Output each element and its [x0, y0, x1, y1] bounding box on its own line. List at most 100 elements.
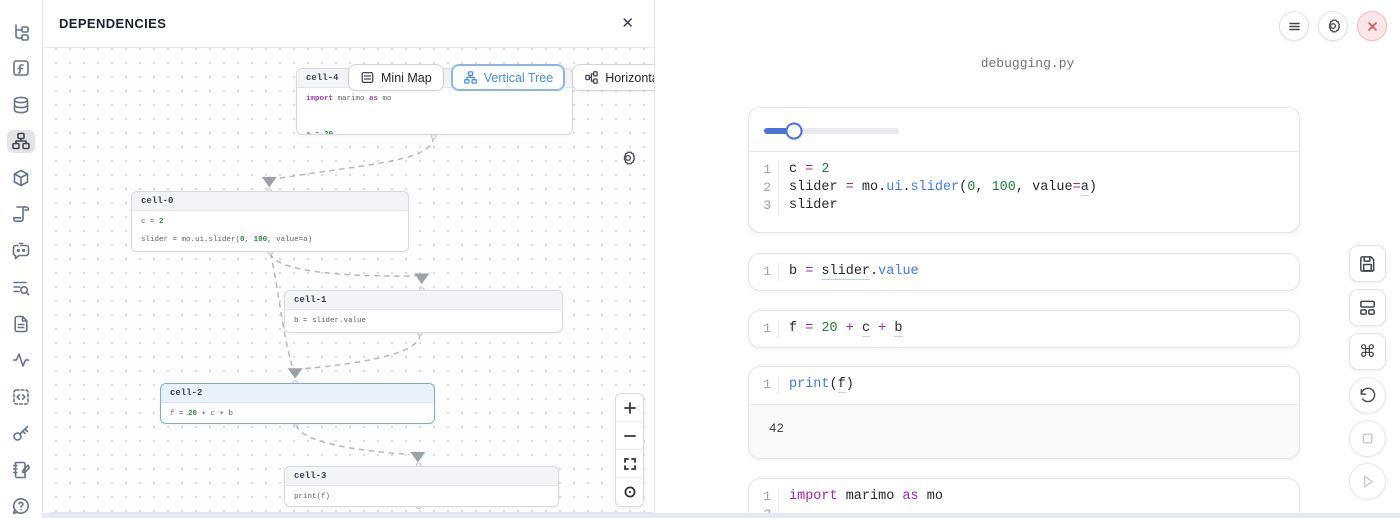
- line-numbers: 1: [749, 320, 779, 338]
- minimap-label: Mini Map: [381, 71, 432, 85]
- locate-pin-icon: [623, 485, 637, 499]
- graph-node-cell-0[interactable]: cell-0 c = 2slider = mo.ui.slider(0, 100…: [131, 191, 409, 252]
- edge-cell1-cell2: [303, 334, 420, 369]
- dependencies-panel: DEPENDENCIES ✕: [42, 0, 655, 518]
- minimap-button[interactable]: Mini Map: [348, 64, 444, 91]
- graph-view-toolbar: Mini Map Vertical Tree Horizontal Tree: [348, 64, 654, 91]
- node-title: cell-1: [285, 291, 562, 310]
- code-editor[interactable]: 1 print(f): [749, 367, 1299, 404]
- shutdown-x-icon: [1365, 19, 1380, 34]
- graph-node-cell-3[interactable]: cell-3 print(f): [284, 466, 559, 507]
- notebook-menu-button[interactable]: [1279, 11, 1309, 41]
- scroll-icon: [11, 204, 31, 224]
- code-content: b = slider.value: [779, 263, 919, 281]
- node-title: cell-0: [132, 192, 408, 211]
- vertical-tree-button[interactable]: Vertical Tree: [451, 64, 565, 91]
- ai-chat-icon: [11, 241, 31, 261]
- gear-icon: [619, 149, 637, 167]
- plus-icon: [623, 401, 637, 415]
- sidebar-item-packages[interactable]: [7, 166, 35, 190]
- code-editor[interactable]: 1 b = slider.value: [749, 254, 1299, 291]
- shutdown-button[interactable]: [1357, 11, 1387, 41]
- vertical-tree-icon: [463, 70, 478, 85]
- notebook-cell-f[interactable]: 1 f = 20 + c + b: [748, 310, 1300, 348]
- sidebar-item-file-tree[interactable]: [7, 20, 35, 44]
- command-icon: ⌘: [1359, 342, 1376, 362]
- keyboard-shortcuts-button[interactable]: ⌘: [1349, 333, 1386, 370]
- notebook-filename[interactable]: debugging.py: [655, 56, 1400, 71]
- line-numbers: 1: [749, 263, 779, 281]
- node-title: cell-2: [161, 384, 434, 403]
- locate-button[interactable]: [616, 478, 643, 506]
- notebook-cell-print[interactable]: 1 print(f) 42: [748, 366, 1300, 459]
- package-icon: [11, 168, 31, 188]
- dependency-graph-icon: [11, 131, 31, 151]
- close-panel-button[interactable]: ✕: [621, 16, 634, 31]
- slider-control[interactable]: [764, 128, 899, 134]
- scratchpad-icon: [11, 460, 31, 480]
- undo-button[interactable]: [1349, 377, 1386, 414]
- notebook-cell-slider[interactable]: 123 c = 2slider = mo.ui.slider(0, 100, v…: [748, 107, 1300, 233]
- notebook-settings-button[interactable]: [1318, 11, 1348, 41]
- notebook-cell-import[interactable]: 12 import marimo as mo: [748, 478, 1300, 518]
- sidebar-item-ai-chat[interactable]: [7, 239, 35, 263]
- minus-icon: [623, 429, 637, 443]
- node-code: print(f): [285, 486, 558, 507]
- dependency-graph-canvas[interactable]: cell-4 import marimo as mo a = 20 cell-0…: [43, 48, 654, 518]
- layout-select-button[interactable]: [1349, 289, 1386, 326]
- graph-node-cell-2[interactable]: cell-2 f = 20 + c + b: [160, 383, 435, 424]
- horizontal-tree-label: Horizontal Tree: [605, 71, 654, 85]
- layout-icon: [1358, 298, 1377, 317]
- sidebar-item-outline[interactable]: [7, 312, 35, 336]
- key-icon: [11, 423, 31, 443]
- edge-cell2-cell3: [296, 425, 410, 455]
- helper-panel-rail: [0, 0, 42, 518]
- play-icon: [1358, 472, 1377, 491]
- dependencies-panel-header: DEPENDENCIES ✕: [43, 0, 654, 48]
- horizontal-tree-button[interactable]: Horizontal Tree: [572, 64, 654, 91]
- sidebar-item-documentation[interactable]: [7, 203, 35, 227]
- node-code: f = 20 + c + b: [161, 403, 434, 424]
- code-content: print(f): [779, 376, 854, 394]
- sidebar-item-help[interactable]: [7, 495, 35, 518]
- sidebar-item-secrets[interactable]: [7, 422, 35, 446]
- code-editor[interactable]: 123 c = 2slider = mo.ui.slider(0, 100, v…: [749, 152, 1299, 225]
- code-editor[interactable]: 1 f = 20 + c + b: [749, 311, 1299, 348]
- zoom-in-button[interactable]: [616, 394, 643, 422]
- code-content: f = 20 + c + b: [779, 320, 903, 338]
- stop-button[interactable]: [1349, 420, 1386, 457]
- sidebar-item-variables[interactable]: [7, 57, 35, 81]
- settings-gear-icon: [1324, 17, 1342, 35]
- sidebar-item-dependencies[interactable]: [7, 130, 35, 154]
- save-icon: [1358, 254, 1377, 273]
- file-text-icon: [11, 314, 31, 334]
- stop-icon: [1358, 429, 1377, 448]
- file-tree-icon: [11, 22, 31, 42]
- sidebar-item-snippets[interactable]: [7, 385, 35, 409]
- line-numbers: 1: [749, 376, 779, 394]
- notebook-action-rail: ⌘: [1349, 245, 1386, 506]
- window-bottom-scrollbar[interactable]: [42, 513, 1400, 518]
- notebook-cell-b[interactable]: 1 b = slider.value: [748, 253, 1300, 291]
- zoom-out-button[interactable]: [616, 422, 643, 450]
- sidebar-item-tracing[interactable]: [7, 349, 35, 373]
- database-icon: [11, 95, 31, 115]
- sidebar-item-scratchpad[interactable]: [7, 458, 35, 482]
- undo-icon: [1358, 386, 1377, 405]
- fit-view-button[interactable]: [616, 450, 643, 478]
- save-button[interactable]: [1349, 245, 1386, 282]
- minimap-icon: [360, 70, 375, 85]
- sidebar-item-logs[interactable]: [7, 276, 35, 300]
- line-numbers: 123: [749, 161, 779, 215]
- log-search-icon: [11, 277, 31, 297]
- slider-thumb[interactable]: [785, 123, 802, 140]
- node-title: cell-3: [285, 467, 558, 486]
- cell-output: 42: [749, 404, 1299, 458]
- app-window: DEPENDENCIES ✕: [0, 0, 1400, 518]
- sidebar-item-datasources[interactable]: [7, 93, 35, 117]
- graph-settings-button[interactable]: [619, 149, 637, 170]
- run-button[interactable]: [1349, 463, 1386, 500]
- panel-title: DEPENDENCIES: [59, 16, 166, 31]
- graph-node-cell-1[interactable]: cell-1 b = slider.value: [284, 290, 563, 333]
- notebook-area: debugging.py 123 c = 2slider = mo.ui.sli…: [655, 0, 1400, 518]
